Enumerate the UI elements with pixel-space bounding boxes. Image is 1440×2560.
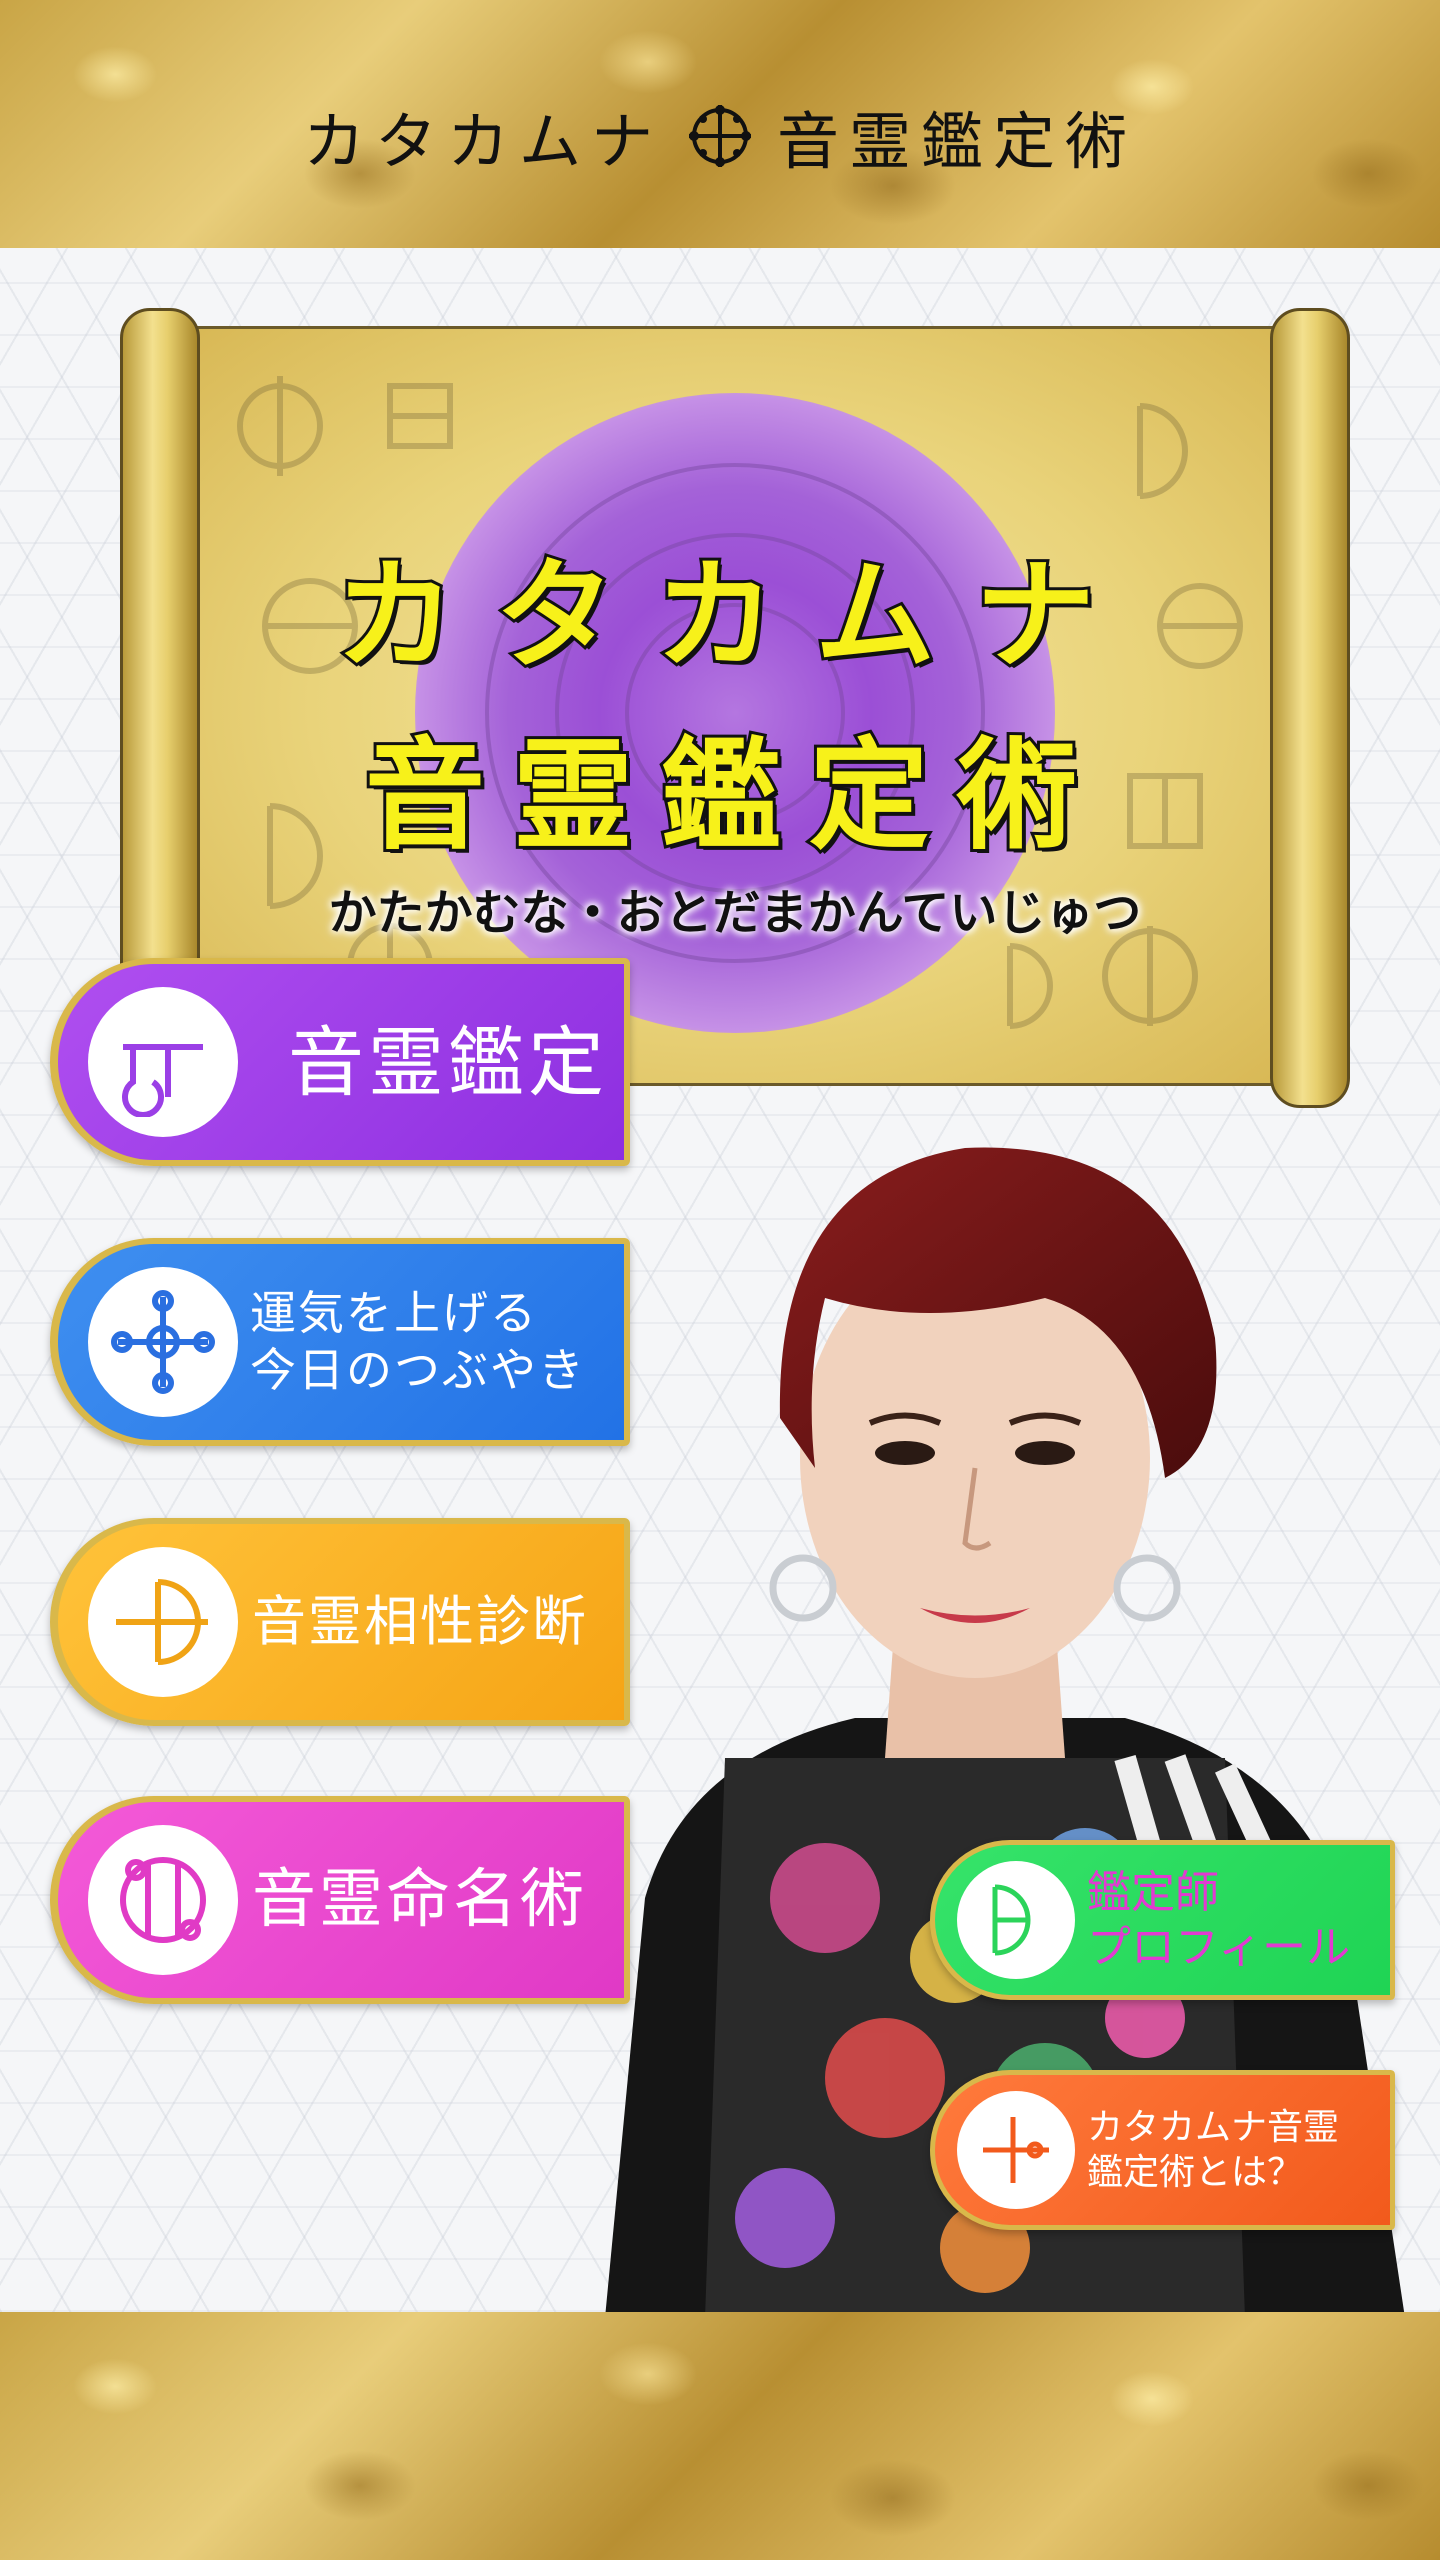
appraiser-profile-line2: プロフィール [1087, 1922, 1351, 1973]
daily-fortune-line2: 今日のつぶやき [250, 1343, 586, 1397]
about-katakamuna-line1: カタカムナ音霊 [1087, 2107, 1340, 2148]
katakamuna-emblem-icon [689, 105, 751, 167]
oto-dama-appraisal-label: 音霊鑑定 [288, 1017, 608, 1107]
app-title-right: 音霊鑑定術 [777, 105, 1138, 178]
app-footer [0, 2312, 1440, 2560]
app-title-left: カタカムナ [302, 105, 663, 178]
naming-art-label: 音霊命名術 [252, 1863, 587, 1937]
about-katakamuna-label: カタカムナ音霊 鑑定術とは？ [1087, 2105, 1339, 2195]
appraiser-profile-label: 鑑定師 プロフィール [1087, 1865, 1350, 1975]
katakamuna-circle-icon [88, 1825, 238, 1975]
katakamuna-cross-icon [88, 1267, 238, 1417]
daily-fortune-button[interactable]: 運気を上げる 今日のつぶやき [50, 1238, 630, 1446]
scroll-subtitle: かたかむな・おとだまかんていじゅつ [328, 885, 1142, 941]
about-katakamuna-button[interactable]: カタカムナ音霊 鑑定術とは？ [930, 2070, 1395, 2230]
daily-fortune-line1: 運気を上げる [250, 1285, 538, 1340]
app-title: カタカムナ 音霊鑑定術 [303, 91, 1137, 181]
katakamuna-d-icon [957, 1861, 1075, 1979]
katakamuna-glyph-icon [88, 987, 238, 1137]
compatibility-diagnosis-label: 音霊相性診断 [252, 1590, 588, 1654]
oto-dama-appraisal-button[interactable]: 音霊鑑定 [50, 958, 630, 1166]
app-header: カタカムナ 音霊鑑定術 [0, 0, 1440, 248]
daily-fortune-label: 運気を上げる 今日のつぶやき [250, 1285, 586, 1400]
about-katakamuna-line2: 鑑定術とは？ [1087, 2152, 1304, 2193]
naming-art-button[interactable]: 音霊命名術 [50, 1796, 630, 2004]
katakamuna-bow-icon [88, 1547, 238, 1697]
katakamuna-plus-icon [957, 2091, 1075, 2209]
appraiser-profile-button[interactable]: 鑑定師 プロフィール [930, 1840, 1395, 2000]
compatibility-diagnosis-button[interactable]: 音霊相性診断 [50, 1518, 630, 1726]
appraiser-profile-line1: 鑑定師 [1087, 1867, 1219, 1918]
scroll-title-line1: カタカムナ [332, 544, 1135, 689]
scroll-title-line2: 音霊鑑定術 [362, 724, 1105, 869]
